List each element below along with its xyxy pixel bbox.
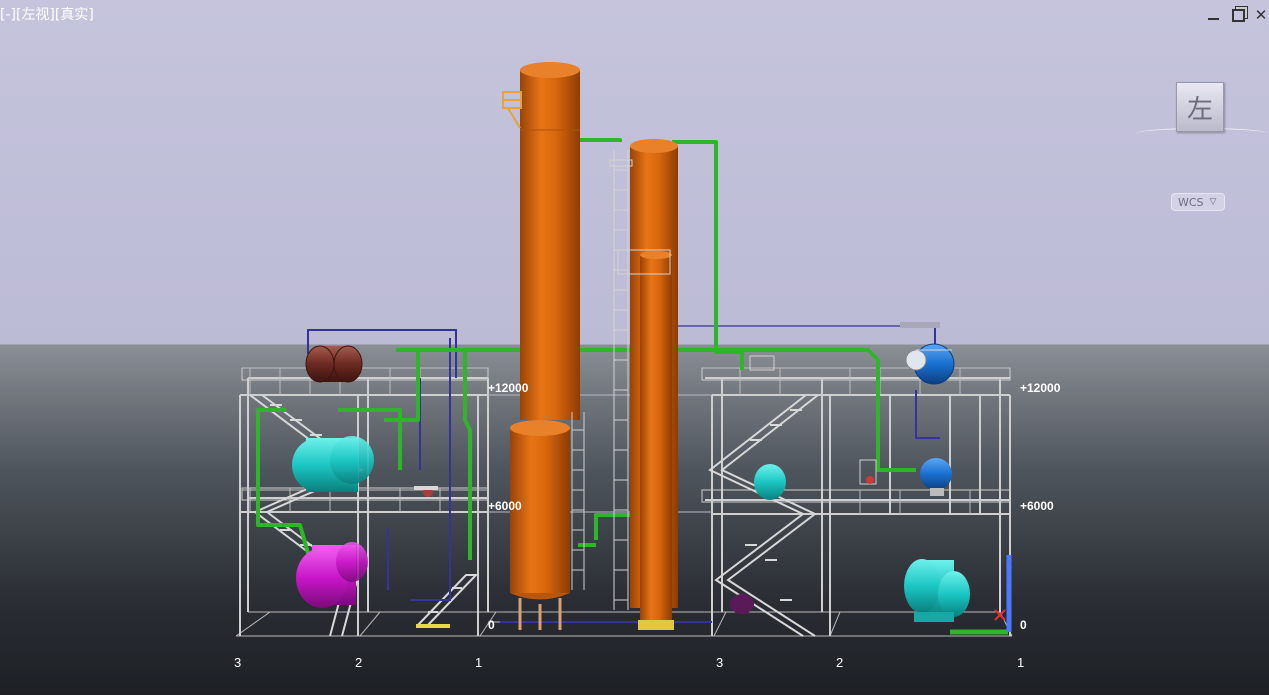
column-c1-platform — [502, 91, 522, 129]
close-icon: ✕ — [1254, 5, 1268, 24]
elevation-left-12000: +12000 — [488, 381, 529, 395]
grid-axis-left-1: 1 — [475, 655, 483, 670]
column-c2-ladder — [571, 412, 585, 590]
wcs-menu-button[interactable]: WCS ▽ — [1171, 193, 1225, 211]
vessel-brown-top[interactable] — [305, 345, 363, 383]
right-equipment — [749, 322, 940, 485]
elevation-left-6000: +6000 — [488, 499, 522, 513]
elevation-right-12000: +12000 — [1020, 381, 1061, 395]
restore-button[interactable] — [1229, 6, 1247, 24]
minimize-icon — [1207, 18, 1219, 20]
left-handrail — [242, 367, 488, 512]
ground-grid — [235, 611, 1013, 637]
viewcube-face[interactable]: 左 — [1176, 82, 1224, 132]
wcs-label: WCS — [1178, 195, 1204, 209]
elevation-left-0: 0 — [488, 618, 495, 632]
vessel-cyan-right[interactable] — [904, 559, 970, 622]
viewport-control-label[interactable]: [-][左视][真实] — [0, 4, 94, 24]
grid-axis-right-1: 1 — [1017, 655, 1025, 670]
grid-axis-left-3: 3 — [234, 655, 242, 670]
grid-axis-right-3: 3 — [716, 655, 724, 670]
elevation-right-0: 0 — [1020, 618, 1027, 632]
left-base-plate — [416, 624, 450, 628]
restore-icon — [1231, 8, 1245, 22]
minimize-button[interactable] — [1204, 6, 1222, 24]
elevation-right-6000: +6000 — [1020, 499, 1054, 513]
grid-axis-left-2: 2 — [355, 655, 363, 670]
close-button[interactable]: ✕ — [1252, 6, 1269, 24]
column-c1[interactable] — [520, 62, 580, 420]
vessel-purple-small[interactable] — [730, 594, 754, 614]
vessel-cyan-left[interactable] — [292, 436, 374, 492]
right-stairs — [708, 394, 819, 637]
vessel-cyan-right-small[interactable] — [754, 464, 786, 500]
left-small-equipment — [414, 486, 438, 497]
grid-axis-right-2: 2 — [836, 655, 844, 670]
blue-pipes — [307, 325, 940, 623]
chevron-down-icon: ▽ — [1209, 197, 1217, 207]
column-c3[interactable] — [630, 139, 678, 630]
ucs-icon: Z — [994, 555, 1012, 632]
column-c2-legs — [518, 598, 562, 630]
model-viewport[interactable]: Z — [0, 0, 1269, 695]
svg-text:Z: Z — [1006, 560, 1012, 571]
